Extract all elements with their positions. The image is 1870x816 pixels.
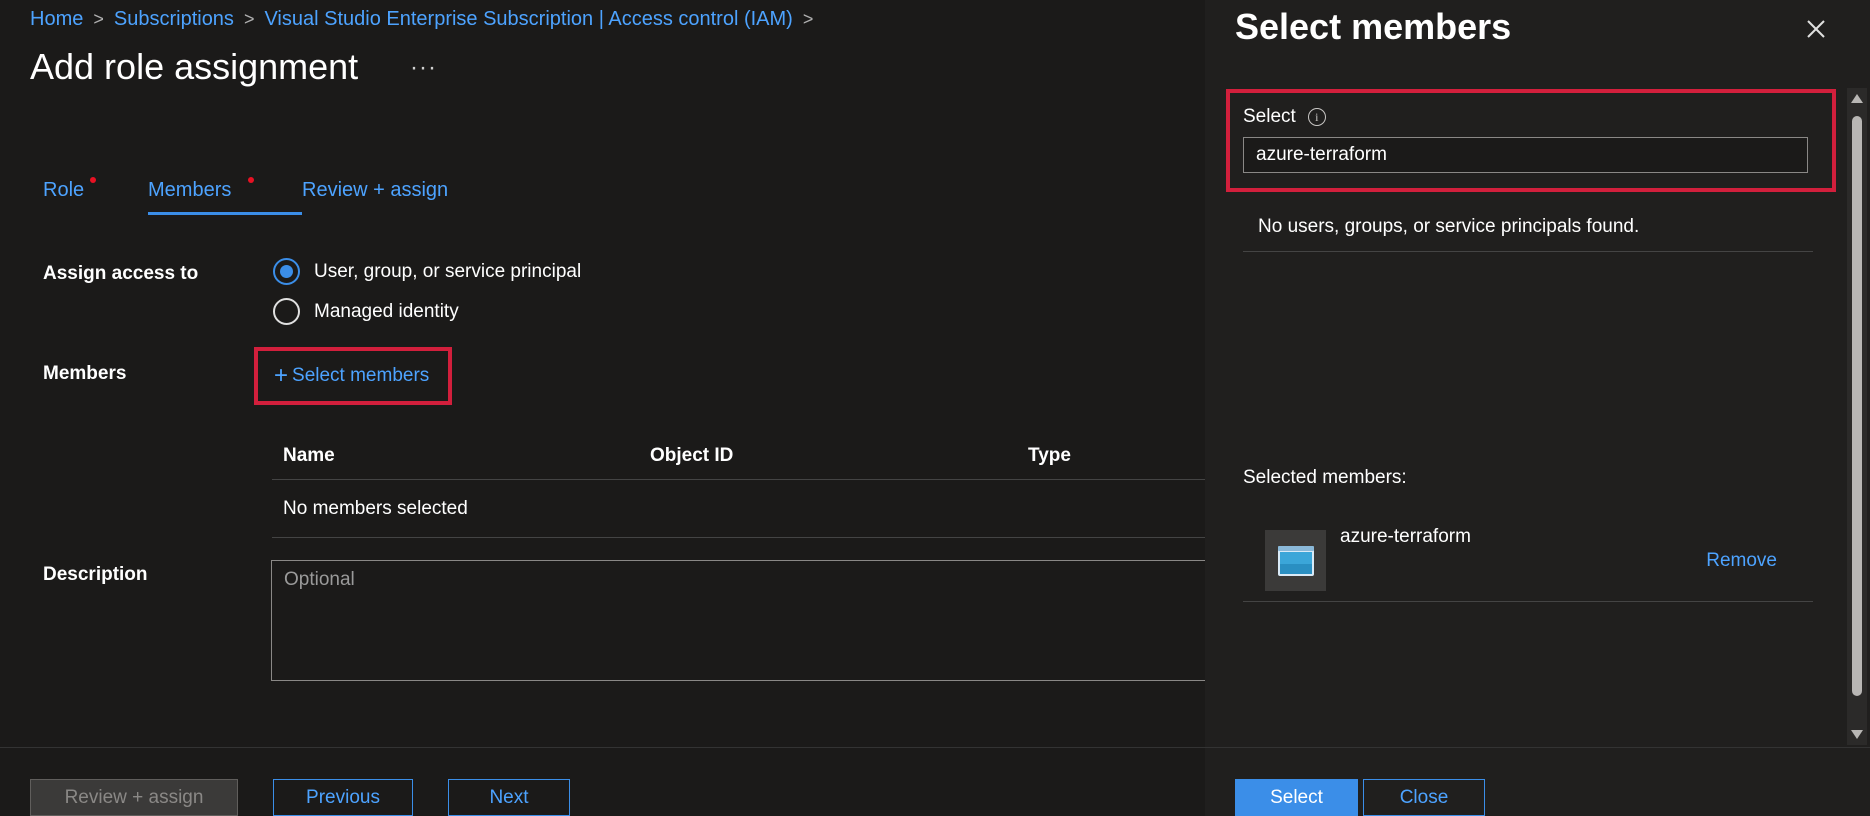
chevron-right-icon: >: [93, 9, 104, 29]
main-content: Home > Subscriptions > Visual Studio Ent…: [0, 0, 1211, 816]
tab-role[interactable]: Role: [43, 175, 148, 215]
radio-managed-identity[interactable]: Managed identity: [273, 298, 459, 325]
panel-title: Select members: [1235, 6, 1512, 47]
select-field-label: Select i: [1243, 106, 1326, 128]
no-results-message: No users, groups, or service principals …: [1243, 205, 1813, 252]
members-table: Name Object ID Type No members selected: [272, 432, 1205, 538]
table-header: Name Object ID Type: [272, 432, 1205, 480]
column-header-object-id: Object ID: [650, 444, 734, 466]
selected-member-name: azure-terraform: [1340, 526, 1471, 547]
scroll-down-icon[interactable]: [1851, 730, 1863, 739]
search-input[interactable]: [1243, 137, 1808, 173]
tab-bar: Role Members Review + assign: [43, 175, 482, 215]
error-dot-icon: [90, 177, 96, 183]
select-members-button[interactable]: + Select members: [254, 347, 452, 405]
column-header-type: Type: [1028, 444, 1071, 466]
app-registration-icon: [1265, 530, 1326, 591]
breadcrumb-subscriptions[interactable]: Subscriptions: [114, 8, 234, 31]
select-members-label: Select members: [292, 365, 430, 386]
table-empty-row: No members selected: [272, 480, 1205, 538]
chevron-right-icon: >: [802, 9, 814, 29]
breadcrumb-home[interactable]: Home: [30, 8, 83, 31]
tab-review-label: Review + assign: [302, 179, 449, 201]
info-icon[interactable]: i: [1307, 108, 1326, 126]
radio-user-group-sp[interactable]: User, group, or service principal: [273, 258, 581, 285]
assign-access-label: Assign access to: [43, 263, 199, 284]
chevron-right-icon: >: [243, 9, 255, 29]
description-label: Description: [43, 564, 148, 585]
breadcrumb-access-control[interactable]: Visual Studio Enterprise Subscription | …: [264, 8, 792, 31]
more-options-icon[interactable]: ···: [410, 54, 437, 82]
plus-icon: +: [274, 362, 289, 389]
close-icon[interactable]: [1801, 14, 1831, 44]
scroll-up-icon[interactable]: [1851, 94, 1863, 103]
next-button[interactable]: Next: [448, 779, 570, 816]
radio-unchecked-icon: [273, 298, 300, 325]
radio-user-group-sp-label: User, group, or service principal: [314, 260, 582, 282]
remove-member-link[interactable]: Remove: [1706, 550, 1777, 572]
description-textarea[interactable]: Optional: [271, 560, 1211, 681]
tab-review-assign[interactable]: Review + assign: [302, 175, 482, 215]
tab-members-label: Members: [148, 179, 232, 201]
column-header-name: Name: [283, 444, 335, 466]
tab-members[interactable]: Members: [148, 175, 302, 215]
breadcrumb: Home > Subscriptions > Visual Studio Ent…: [30, 8, 823, 31]
list-item: azure-terraform Remove: [1243, 522, 1813, 602]
footer-divider: [0, 747, 1205, 748]
radio-checked-icon: [273, 258, 300, 285]
selected-members-label: Selected members:: [1243, 467, 1407, 488]
previous-button[interactable]: Previous: [273, 779, 413, 816]
error-dot-icon: [248, 177, 254, 183]
members-label: Members: [43, 363, 127, 384]
radio-managed-identity-label: Managed identity: [314, 300, 459, 322]
review-assign-button[interactable]: Review + assign: [30, 779, 238, 816]
panel-select-button[interactable]: Select: [1235, 779, 1358, 816]
tab-role-label: Role: [43, 179, 85, 201]
panel-footer-divider: [1205, 747, 1870, 748]
page-title: Add role assignment: [30, 46, 359, 87]
select-label-text: Select: [1243, 106, 1296, 127]
scroll-thumb[interactable]: [1852, 116, 1862, 696]
panel-close-button[interactable]: Close: [1363, 779, 1485, 816]
panel-scrollbar[interactable]: [1847, 88, 1867, 745]
select-members-panel: Select members Select i No users, groups…: [1205, 0, 1870, 816]
